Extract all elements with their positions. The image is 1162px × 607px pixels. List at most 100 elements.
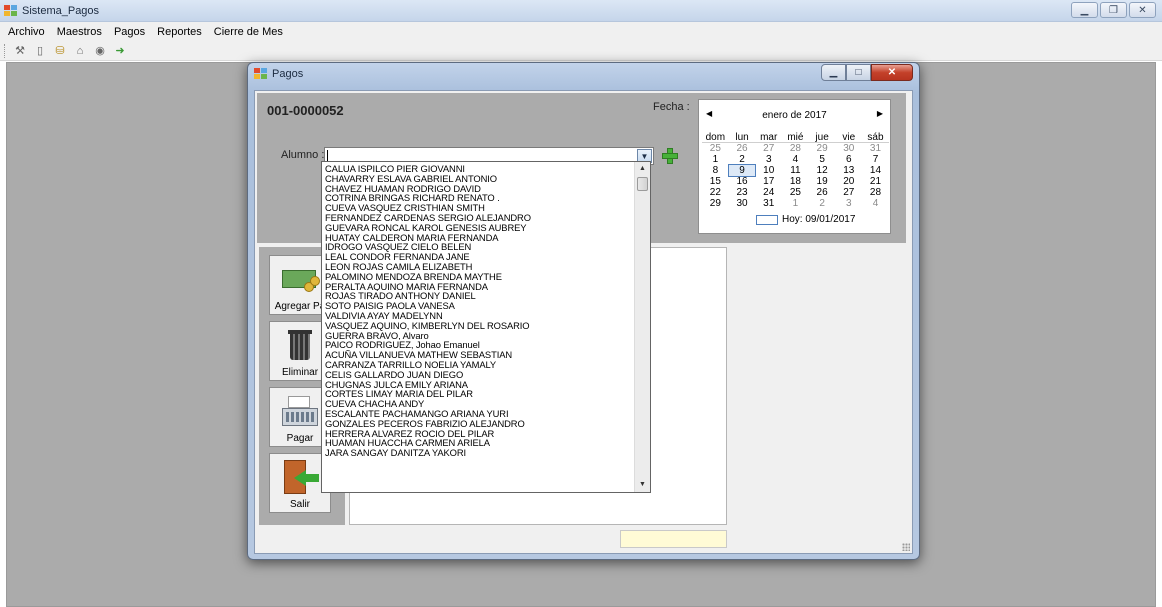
dialog-maximize-button[interactable]: □ bbox=[846, 64, 871, 81]
close-button[interactable]: ✕ bbox=[1129, 2, 1156, 18]
dropdown-item[interactable]: CUEVA CHACHA ANDY bbox=[325, 399, 635, 409]
add-student-icon[interactable] bbox=[661, 147, 679, 165]
month-calendar[interactable]: ◀ enero de 2017 ▶ dom lun mar mié jue vi… bbox=[698, 99, 891, 234]
calendar-month-label[interactable]: enero de 2017 bbox=[699, 110, 890, 121]
calendar-day[interactable]: 9 bbox=[727, 164, 757, 177]
calendar-day[interactable]: 29 bbox=[702, 198, 729, 209]
calendar-day[interactable]: 26 bbox=[809, 187, 836, 198]
scroll-up-icon[interactable]: ▲ bbox=[635, 162, 650, 176]
dialog-close-button[interactable]: ✕ bbox=[871, 64, 913, 81]
calendar-day[interactable]: 25 bbox=[702, 143, 729, 154]
calendar-day[interactable]: 13 bbox=[835, 165, 862, 176]
dropdown-item[interactable]: PAICO RODRIGUEZ, Johao Emanuel bbox=[325, 340, 635, 350]
dropdown-item[interactable]: PERALTA AQUINO MARIA FERNANDA bbox=[325, 282, 635, 292]
calendar-day[interactable]: 19 bbox=[809, 176, 836, 187]
calendar-today[interactable]: Hoy: 09/01/2017 bbox=[756, 214, 855, 225]
dropdown-item[interactable]: FERNANDEZ CARDENAS SERGIO ALEJANDRO bbox=[325, 213, 635, 223]
calendar-day[interactable]: 7 bbox=[862, 154, 889, 165]
dropdown-item[interactable]: ESCALANTE PACHAMANGO ARIANA YURI bbox=[325, 409, 635, 419]
menu-pagos[interactable]: Pagos bbox=[108, 26, 151, 38]
calendar-day[interactable]: 4 bbox=[862, 198, 889, 209]
coins-icon[interactable]: ⛁ bbox=[53, 44, 67, 58]
tools-icon[interactable]: ⚒ bbox=[13, 44, 27, 58]
scroll-down-icon[interactable]: ▼ bbox=[635, 478, 650, 492]
document-icon[interactable]: ▯ bbox=[33, 44, 47, 58]
dropdown-item[interactable]: CUEVA VASQUEZ CRISTHIAN SMITH bbox=[325, 203, 635, 213]
calendar-day[interactable]: 5 bbox=[809, 154, 836, 165]
dropdown-item[interactable]: VALDIVIA AYAY MADELYNN bbox=[325, 311, 635, 321]
dropdown-item[interactable]: CORTES LIMAY MARIA DEL PILAR bbox=[325, 389, 635, 399]
dropdown-item[interactable]: LEON ROJAS CAMILA ELIZABETH bbox=[325, 262, 635, 272]
calendar-day[interactable]: 11 bbox=[782, 165, 809, 176]
calendar-day[interactable]: 8 bbox=[702, 165, 729, 176]
dropdown-item[interactable]: CHAVEZ HUAMAN RODRIGO DAVID bbox=[325, 184, 635, 194]
calendar-day[interactable]: 22 bbox=[702, 187, 729, 198]
dropdown-item[interactable]: CHAVARRY ESLAVA GABRIEL ANTONIO bbox=[325, 174, 635, 184]
calendar-day[interactable]: 15 bbox=[702, 176, 729, 187]
dropdown-item[interactable]: VASQUEZ AQUINO, KIMBERLYN DEL ROSARIO bbox=[325, 321, 635, 331]
restore-button[interactable]: ❐ bbox=[1100, 2, 1127, 18]
dropdown-item[interactable]: CALUA ISPILCO PIER GIOVANNI bbox=[325, 164, 635, 174]
calendar-day[interactable]: 29 bbox=[809, 143, 836, 154]
dropdown-scrollbar[interactable]: ▲ ▼ bbox=[634, 162, 650, 492]
dropdown-item[interactable]: ACUÑA VILLANUEVA MATHEW SEBASTIAN bbox=[325, 350, 635, 360]
lock-icon[interactable]: ⌂ bbox=[73, 44, 87, 58]
dropdown-item[interactable]: ROJAS TIRADO ANTHONY DANIEL bbox=[325, 291, 635, 301]
menu-archivo[interactable]: Archivo bbox=[2, 26, 51, 38]
calendar-day[interactable]: 14 bbox=[862, 165, 889, 176]
calendar-day[interactable]: 6 bbox=[835, 154, 862, 165]
dropdown-item[interactable]: SOTO PAISIG PAOLA VANESA bbox=[325, 301, 635, 311]
menu-reportes[interactable]: Reportes bbox=[151, 26, 208, 38]
minimize-button[interactable]: ▁ bbox=[1071, 2, 1098, 18]
dropdown-item[interactable]: JARA SANGAY DANITZA YAKORI bbox=[325, 448, 635, 458]
dropdown-item[interactable]: LEAL CONDOR FERNANDA JANE bbox=[325, 252, 635, 262]
dropdown-item[interactable]: CHUGNAS JULCA EMILY ARIANA bbox=[325, 380, 635, 390]
scroll-thumb[interactable] bbox=[637, 177, 648, 191]
calendar-day[interactable]: 27 bbox=[755, 143, 782, 154]
calendar-day[interactable]: 17 bbox=[755, 176, 782, 187]
calendar-day[interactable]: 16 bbox=[729, 176, 756, 187]
dropdown-item[interactable]: GUEVARA RONCAL KAROL GENESIS AUBREY bbox=[325, 223, 635, 233]
calendar-day[interactable]: 18 bbox=[782, 176, 809, 187]
exit-icon[interactable]: ➜ bbox=[113, 44, 127, 58]
calendar-day[interactable]: 2 bbox=[729, 154, 756, 165]
dropdown-item[interactable]: HERRERA ALVAREZ ROCIO DEL PILAR bbox=[325, 429, 635, 439]
dropdown-item[interactable]: GUERRA BRAVO, Alvaro bbox=[325, 331, 635, 341]
alumno-dropdown-list[interactable]: CALUA ISPILCO PIER GIOVANNI CHAVARRY ESLA… bbox=[321, 161, 651, 493]
dropdown-item[interactable]: COTRINA BRINGAS RICHARD RENATO . bbox=[325, 193, 635, 203]
calendar-day[interactable]: 30 bbox=[729, 198, 756, 209]
dropdown-item[interactable]: CELIS GALLARDO JUAN DIEGO bbox=[325, 370, 635, 380]
calendar-day[interactable]: 26 bbox=[729, 143, 756, 154]
calendar-day[interactable]: 10 bbox=[755, 165, 782, 176]
calendar-day[interactable]: 3 bbox=[755, 154, 782, 165]
calendar-day[interactable]: 20 bbox=[835, 176, 862, 187]
dropdown-item[interactable]: CARRANZA TARRILLO NOELIA YAMALY bbox=[325, 360, 635, 370]
dropdown-item[interactable]: GONZALES PECEROS FABRIZIO ALEJANDRO bbox=[325, 419, 635, 429]
calendar-day[interactable]: 31 bbox=[862, 143, 889, 154]
dropdown-item[interactable]: HUATAY CALDERON MARIA FERNANDA bbox=[325, 233, 635, 243]
chevron-right-icon[interactable]: ▶ bbox=[877, 109, 883, 118]
dropdown-item[interactable]: HUAMAN HUACCHA CARMEN ARIELA bbox=[325, 438, 635, 448]
menu-maestros[interactable]: Maestros bbox=[51, 26, 108, 38]
dialog-minimize-button[interactable]: ▁ bbox=[821, 64, 846, 81]
calendar-day[interactable]: 1 bbox=[782, 198, 809, 209]
calendar-day[interactable]: 4 bbox=[782, 154, 809, 165]
menu-cierre-de-mes[interactable]: Cierre de Mes bbox=[208, 26, 289, 38]
resize-grip[interactable] bbox=[902, 543, 910, 551]
dropdown-item[interactable]: PALOMINO MENDOZA BRENDA MAYTHE bbox=[325, 272, 635, 282]
calendar-day[interactable]: 28 bbox=[782, 143, 809, 154]
calendar-day[interactable]: 3 bbox=[835, 198, 862, 209]
calendar-day[interactable]: 2 bbox=[809, 198, 836, 209]
calendar-day[interactable]: 28 bbox=[862, 187, 889, 198]
calendar-day[interactable]: 12 bbox=[809, 165, 836, 176]
calendar-day[interactable]: 24 bbox=[755, 187, 782, 198]
dropdown-item[interactable]: IDROGO VASQUEZ CIELO BELEN bbox=[325, 242, 635, 252]
calendar-day[interactable]: 31 bbox=[755, 198, 782, 209]
eye-icon[interactable]: ◉ bbox=[93, 44, 107, 58]
calendar-day[interactable]: 25 bbox=[782, 187, 809, 198]
calendar-day[interactable]: 23 bbox=[729, 187, 756, 198]
calendar-day[interactable]: 30 bbox=[835, 143, 862, 154]
calendar-day[interactable]: 1 bbox=[702, 154, 729, 165]
calendar-day[interactable]: 27 bbox=[835, 187, 862, 198]
calendar-day[interactable]: 21 bbox=[862, 176, 889, 187]
